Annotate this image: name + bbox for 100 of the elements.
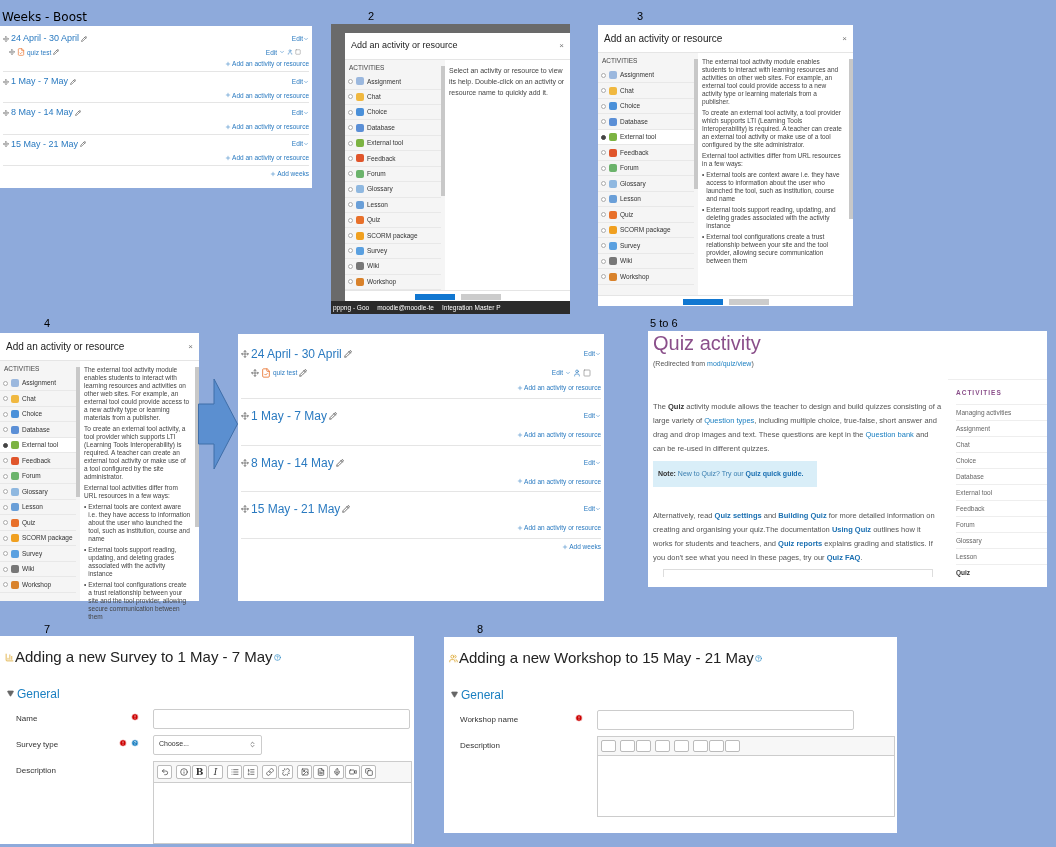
- move-icon[interactable]: [3, 78, 9, 85]
- pencil-icon[interactable]: [329, 411, 338, 420]
- section-title-link[interactable]: 1 May - 7 May: [251, 406, 328, 425]
- radio-button[interactable]: [601, 196, 606, 202]
- pencil-icon[interactable]: [342, 505, 351, 514]
- radio-button[interactable]: [3, 489, 8, 494]
- toolbar-button[interactable]: [262, 764, 277, 779]
- radio-button[interactable]: [3, 504, 8, 510]
- toolbar-button[interactable]: [157, 764, 172, 779]
- section-title-link[interactable]: 15 May - 21 May: [11, 137, 79, 151]
- pencil-icon[interactable]: [343, 350, 352, 358]
- pencil-icon[interactable]: [75, 110, 82, 116]
- move-icon[interactable]: [241, 505, 249, 514]
- plus-icon[interactable]: [225, 154, 232, 161]
- pencil-icon[interactable]: [81, 35, 88, 42]
- plus-icon[interactable]: [270, 170, 277, 177]
- user-icon[interactable]: [573, 369, 581, 377]
- user-icon[interactable]: [287, 49, 293, 56]
- plus-icon[interactable]: [225, 61, 232, 68]
- section-title-link[interactable]: 24 April - 30 April: [251, 345, 342, 363]
- radio-button[interactable]: [601, 243, 606, 248]
- plus-icon[interactable]: [517, 478, 524, 485]
- scrollbar[interactable]: [441, 65, 445, 196]
- radio-button[interactable]: [3, 427, 8, 432]
- select-arrows-icon[interactable]: [249, 741, 256, 748]
- format-button[interactable]: I: [208, 764, 223, 779]
- add-button[interactable]: [682, 299, 723, 305]
- scrollbar[interactable]: [76, 367, 80, 497]
- toolbar-button[interactable]: [313, 764, 328, 779]
- radio-button[interactable]: [348, 156, 353, 161]
- move-icon[interactable]: [3, 141, 9, 148]
- radio-button[interactable]: [348, 248, 353, 254]
- radio-button[interactable]: [3, 396, 8, 401]
- radio-button[interactable]: [601, 150, 606, 155]
- plus-icon[interactable]: [562, 543, 569, 550]
- text-editor[interactable]: [597, 735, 895, 817]
- pencil-icon[interactable]: [80, 141, 87, 148]
- cancel-button[interactable]: [460, 294, 501, 300]
- move-icon[interactable]: [241, 350, 249, 358]
- toolbar-button[interactable]: [674, 739, 689, 752]
- radio-button[interactable]: [348, 94, 353, 100]
- radio-button[interactable]: [348, 125, 353, 131]
- plus-icon[interactable]: [517, 525, 524, 532]
- toolbar-button[interactable]: [243, 764, 258, 779]
- radio-button[interactable]: [348, 233, 353, 238]
- radio-button[interactable]: [601, 212, 606, 217]
- section-heading[interactable]: General: [461, 685, 504, 704]
- move-icon[interactable]: [241, 411, 249, 420]
- text-editor[interactable]: B I: [153, 760, 412, 844]
- plus-icon[interactable]: [225, 92, 232, 99]
- close-button[interactable]: ×: [842, 32, 847, 45]
- move-icon[interactable]: [251, 369, 259, 377]
- move-icon[interactable]: [3, 35, 9, 42]
- radio-button[interactable]: [348, 109, 353, 115]
- input-field[interactable]: [597, 709, 854, 730]
- plus-icon[interactable]: [517, 384, 524, 391]
- toolbar-button[interactable]: [655, 739, 670, 752]
- radio-button[interactable]: [601, 258, 606, 264]
- radio-button[interactable]: [3, 380, 8, 386]
- section-title-link[interactable]: 15 May - 21 May: [251, 500, 341, 519]
- plus-icon[interactable]: [517, 431, 524, 438]
- radio-button[interactable]: [3, 442, 8, 448]
- checkbox-icon[interactable]: [295, 49, 301, 56]
- toolbar-button[interactable]: [725, 739, 740, 752]
- radio-button[interactable]: [348, 186, 353, 192]
- scrollbar[interactable]: [694, 59, 698, 189]
- radio-button[interactable]: [601, 181, 606, 186]
- radio-button[interactable]: [601, 227, 606, 233]
- toolbar-button[interactable]: [620, 739, 635, 752]
- radio-button[interactable]: [348, 202, 353, 208]
- pencil-icon[interactable]: [53, 49, 60, 56]
- plus-icon[interactable]: [225, 123, 232, 130]
- radio-button[interactable]: [348, 279, 353, 285]
- section-title-link[interactable]: 8 May - 14 May: [251, 453, 334, 472]
- radio-button[interactable]: [3, 551, 8, 556]
- radio-button[interactable]: [601, 165, 606, 171]
- toolbar-button[interactable]: [601, 739, 616, 752]
- radio-button[interactable]: [3, 520, 8, 525]
- radio-button[interactable]: [348, 171, 353, 177]
- radio-button[interactable]: [3, 458, 8, 463]
- caret-icon[interactable]: [7, 690, 14, 697]
- section-title-link[interactable]: 1 May - 7 May: [11, 75, 68, 89]
- radio-button[interactable]: [348, 78, 353, 84]
- radio-button[interactable]: [601, 103, 606, 109]
- scrollbar[interactable]: [195, 367, 199, 527]
- radio-button[interactable]: [3, 411, 8, 417]
- toolbar-button[interactable]: [297, 764, 312, 779]
- radio-button[interactable]: [3, 535, 8, 541]
- radio-button[interactable]: [601, 88, 606, 93]
- move-icon[interactable]: [3, 110, 9, 116]
- toolbar-button[interactable]: [709, 739, 724, 752]
- help-icon[interactable]: [273, 653, 281, 661]
- toolbar-button[interactable]: [278, 764, 293, 779]
- checkbox-icon[interactable]: [583, 369, 591, 377]
- section-heading[interactable]: General: [17, 684, 60, 703]
- pencil-icon[interactable]: [70, 78, 76, 85]
- radio-button[interactable]: [601, 119, 606, 124]
- toolbar-button[interactable]: [693, 739, 708, 752]
- section-title-link[interactable]: 8 May - 14 May: [11, 106, 74, 120]
- toolbar-button[interactable]: [361, 764, 376, 779]
